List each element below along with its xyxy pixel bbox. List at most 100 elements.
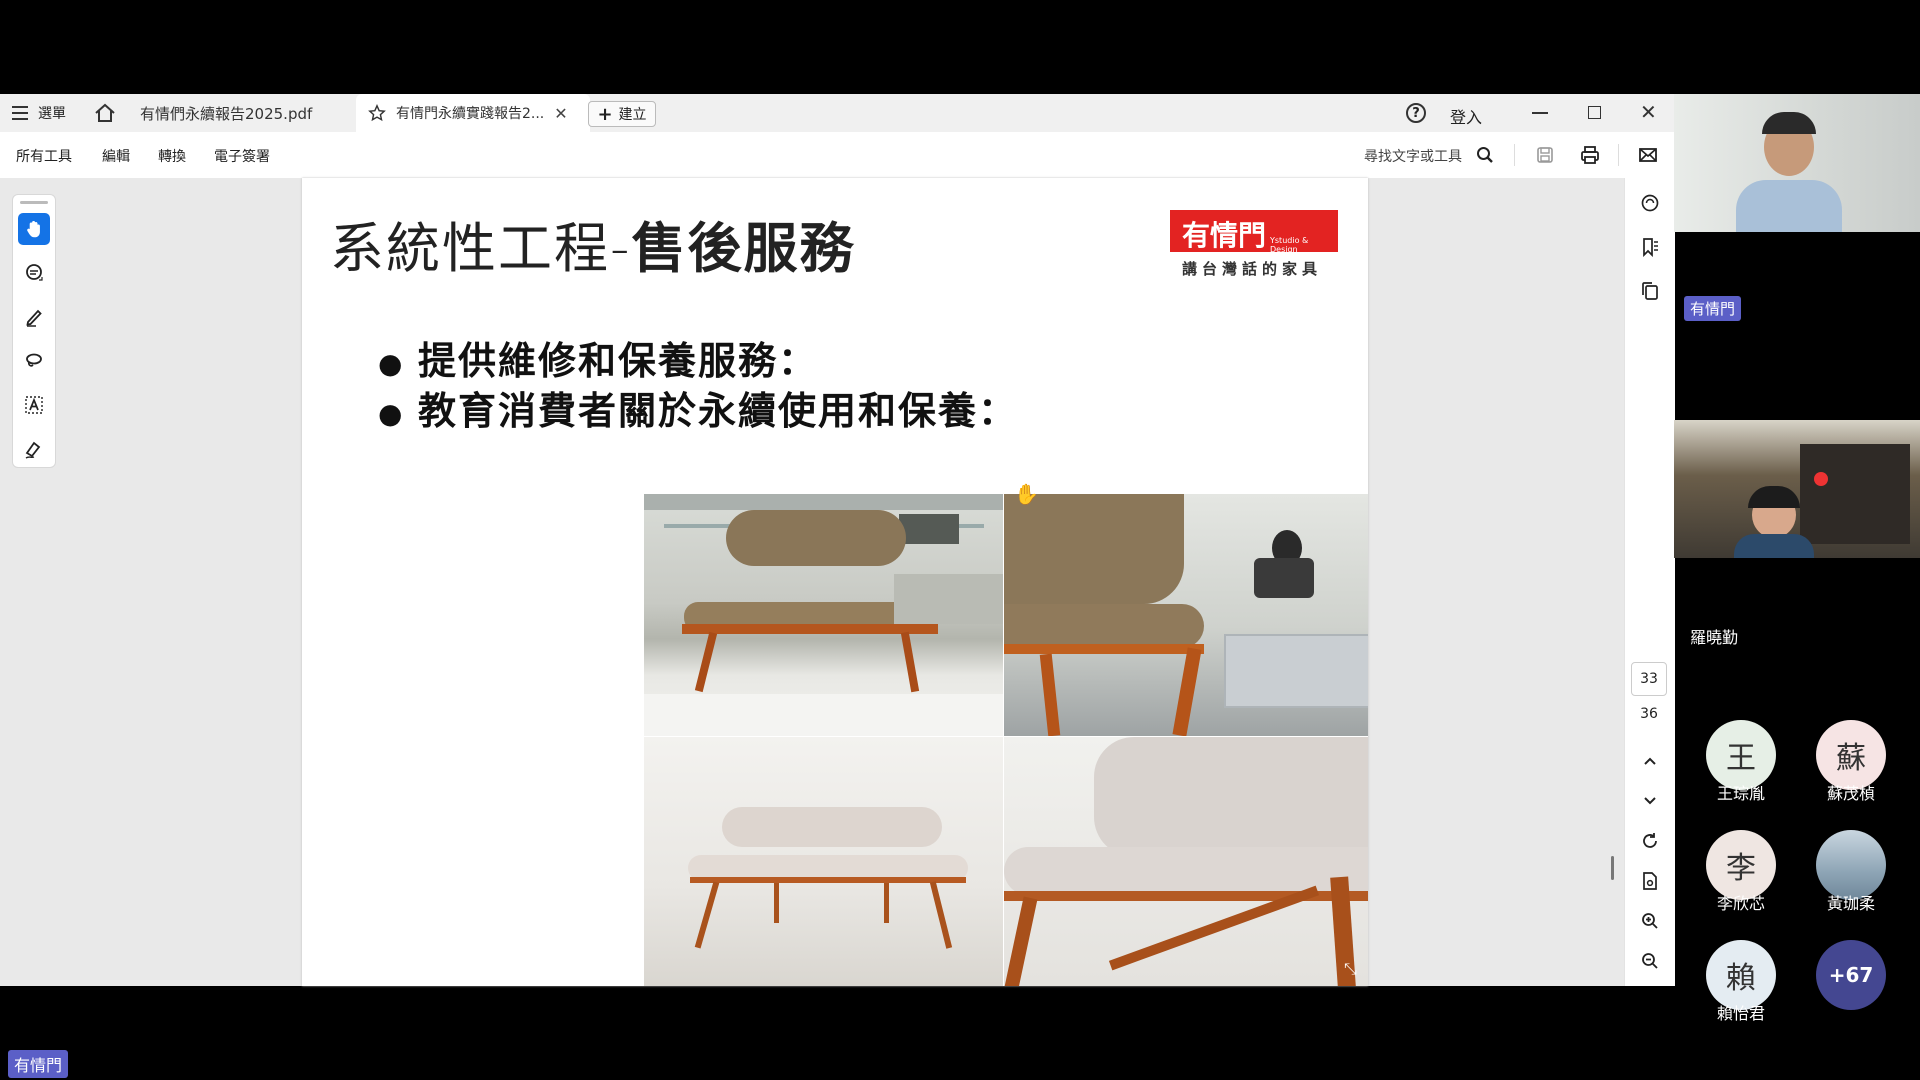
text-box-icon bbox=[25, 396, 43, 414]
close-tab-icon[interactable]: ✕ bbox=[554, 104, 567, 123]
slide-title-emphasis: 售後服務 bbox=[631, 217, 856, 280]
home-button[interactable] bbox=[92, 102, 118, 124]
convert-menu[interactable]: 轉換 bbox=[158, 146, 186, 166]
rotate-button[interactable] bbox=[1637, 828, 1663, 854]
tab-document-2[interactable]: 有情門永續實踐報告2... ✕ bbox=[356, 94, 590, 132]
participant-name-label: 羅曉勤 bbox=[1690, 628, 1739, 647]
more-count: +67 bbox=[1816, 940, 1886, 1010]
create-label: 建立 bbox=[618, 107, 647, 123]
document-canvas[interactable]: 系統性工程-售後服務 有情門 Ystudio & Design 講台灣話的家具 … bbox=[0, 178, 1624, 986]
photo-finished-bench bbox=[644, 737, 1003, 986]
sign-tool-button[interactable] bbox=[18, 433, 50, 465]
sofa-photo-collage: ⤡ bbox=[644, 494, 1368, 986]
menu-button[interactable]: 選單 bbox=[12, 94, 66, 132]
company-logo: 有情門 Ystudio & Design 講台灣話的家具 bbox=[1170, 210, 1338, 280]
hand-icon bbox=[27, 221, 40, 238]
bookmark-icon bbox=[1643, 238, 1658, 257]
assistant-icon bbox=[1641, 194, 1659, 212]
bullet-item-1: ● 提供維修和保養服務： bbox=[378, 330, 818, 385]
comment-tool-button[interactable] bbox=[18, 257, 50, 289]
signin-button[interactable]: 登入 bbox=[1450, 104, 1482, 128]
lasso-icon bbox=[26, 353, 42, 367]
hand-cursor-icon: ✋ bbox=[1014, 482, 1039, 506]
bullet-item-2: ● 教育消費者關於永續使用和保養： bbox=[378, 380, 1018, 435]
zoom-out-button[interactable] bbox=[1637, 948, 1663, 974]
presenter-video-tile[interactable] bbox=[1674, 94, 1920, 232]
zoom-in-icon bbox=[1642, 913, 1658, 929]
pdf-page[interactable]: 系統性工程-售後服務 有情門 Ystudio & Design 講台灣話的家具 … bbox=[302, 178, 1368, 986]
esign-menu[interactable]: 電子簽署 bbox=[214, 146, 270, 166]
page-settings-icon bbox=[1643, 872, 1657, 890]
expand-icon[interactable]: ⤡ bbox=[1344, 959, 1357, 979]
avatar-name: 李欣芯 bbox=[1716, 894, 1765, 913]
tab-document-1-label: 有情們永續報告2025.pdf bbox=[140, 104, 313, 123]
close-window-icon[interactable]: ✕ bbox=[1640, 100, 1657, 124]
tab-document-2-label: 有情門永續實踐報告2... bbox=[396, 106, 545, 122]
pen-icon bbox=[26, 309, 42, 327]
text-tool-button[interactable] bbox=[18, 389, 50, 421]
print-icon[interactable] bbox=[1580, 145, 1600, 165]
logo-tagline: 講台灣話的家具 bbox=[1182, 260, 1323, 278]
photo-bench-closeup: ⤡ bbox=[1004, 737, 1368, 986]
highlight-tool-button[interactable] bbox=[18, 301, 50, 333]
vertical-scrollbar-thumb[interactable] bbox=[1611, 856, 1614, 880]
slide-title-prefix: 系統性工程- bbox=[330, 217, 632, 280]
page-options-button[interactable] bbox=[1637, 868, 1663, 894]
zoom-in-button[interactable] bbox=[1637, 908, 1663, 934]
participant-video-tile[interactable] bbox=[1674, 420, 1920, 558]
minimize-icon[interactable] bbox=[1532, 112, 1548, 114]
next-page-button[interactable] bbox=[1637, 788, 1663, 814]
screen-share-name-chip: 有情門 bbox=[8, 1050, 69, 1078]
search-tools-input[interactable]: 尋找文字或工具 bbox=[1364, 146, 1462, 166]
rotate-icon bbox=[1643, 833, 1657, 848]
bullet-dot: ● bbox=[378, 347, 405, 380]
presenter-name-chip: 有情門 bbox=[1684, 296, 1742, 321]
star-icon[interactable] bbox=[368, 104, 386, 122]
photo-workshop-closeup bbox=[1004, 494, 1368, 736]
bullet-text-1: 提供維修和保養服務： bbox=[418, 339, 819, 383]
chevron-down-icon bbox=[1644, 797, 1656, 805]
tab-bar: 選單 有情們永續報告2025.pdf 有情門永續實踐報告2... ✕ + 建立 … bbox=[0, 94, 1674, 133]
bullet-text-2: 教育消費者關於永續使用和保養： bbox=[418, 389, 1019, 433]
help-icon[interactable]: ? bbox=[1406, 103, 1426, 123]
rail-drag-handle[interactable] bbox=[20, 201, 48, 204]
ai-assistant-button[interactable] bbox=[1637, 190, 1663, 216]
copy-pages-icon bbox=[1642, 282, 1658, 300]
email-icon[interactable] bbox=[1638, 146, 1658, 164]
all-tools-menu[interactable]: 所有工具 bbox=[16, 146, 72, 166]
hand-tool-button[interactable] bbox=[18, 213, 50, 245]
plus-icon: + bbox=[597, 103, 613, 125]
create-button[interactable]: + 建立 bbox=[588, 101, 656, 127]
pages-panel-button[interactable] bbox=[1637, 278, 1663, 304]
total-pages-label: 36 bbox=[1640, 706, 1658, 722]
search-icon[interactable] bbox=[1476, 146, 1494, 164]
logo-wordmark: 有情門 bbox=[1182, 219, 1267, 252]
bookmarks-button[interactable] bbox=[1637, 234, 1663, 260]
logo-subtext: Ystudio & Design bbox=[1270, 236, 1309, 254]
draw-tool-button[interactable] bbox=[18, 345, 50, 377]
tab-document-1[interactable]: 有情們永續報告2025.pdf bbox=[128, 94, 360, 132]
presenter-shirt bbox=[1736, 180, 1842, 232]
comment-icon bbox=[26, 264, 43, 281]
hamburger-icon bbox=[12, 106, 28, 120]
chevron-up-icon bbox=[1644, 757, 1656, 765]
zoom-out-icon bbox=[1642, 953, 1658, 969]
previous-page-button[interactable] bbox=[1637, 748, 1663, 774]
edit-menu[interactable]: 編輯 bbox=[102, 146, 130, 166]
annotation-tool-rail bbox=[12, 194, 56, 468]
slide-title: 系統性工程-售後服務 bbox=[330, 204, 856, 283]
home-icon bbox=[95, 103, 115, 122]
avatar-name: 蘇茂楨 bbox=[1826, 784, 1875, 803]
menu-label: 選單 bbox=[38, 106, 66, 122]
toolbar-divider bbox=[1514, 144, 1515, 166]
avatar-name: 黃珈柔 bbox=[1826, 894, 1875, 913]
right-side-rail: 33 36 bbox=[1624, 178, 1675, 986]
avatar-name: 賴怡君 bbox=[1716, 1004, 1765, 1023]
pdf-app-window: 選單 有情們永續報告2025.pdf 有情門永續實踐報告2... ✕ + 建立 … bbox=[0, 94, 1675, 986]
bullet-dot: ● bbox=[378, 397, 405, 430]
restore-icon[interactable] bbox=[1588, 106, 1601, 119]
save-icon[interactable] bbox=[1536, 146, 1554, 164]
current-page-input[interactable]: 33 bbox=[1631, 662, 1667, 696]
more-participants-button[interactable]: +67 bbox=[1816, 940, 1886, 1010]
logo-red-block: 有情門 Ystudio & Design bbox=[1170, 210, 1338, 254]
